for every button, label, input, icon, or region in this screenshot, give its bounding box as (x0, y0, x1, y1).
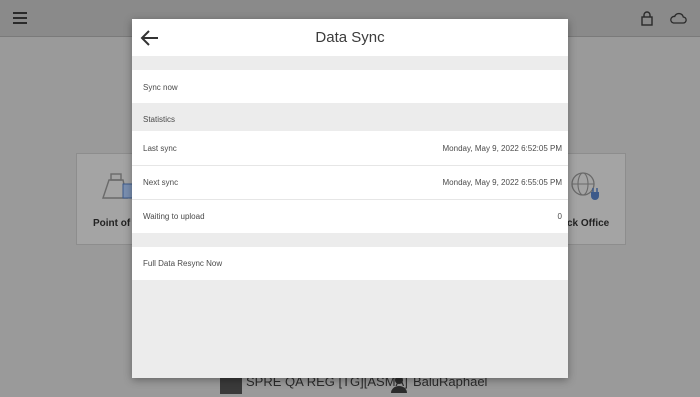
data-sync-dialog: Data Sync Sync now Statistics Last sync … (132, 19, 568, 378)
last-sync-value: Monday, May 9, 2022 6:52:05 PM (442, 144, 562, 153)
tile-label: ck Office (567, 218, 610, 229)
waiting-upload-row: Waiting to upload 0 (132, 200, 568, 233)
dialog-title: Data Sync (315, 29, 385, 46)
statistics-header-label: Statistics (143, 115, 176, 124)
globe-plug-icon (571, 172, 599, 200)
waiting-upload-value: 0 (557, 212, 562, 221)
dialog-header: Data Sync (132, 19, 568, 56)
register-icon (102, 173, 134, 199)
last-sync-row: Last sync Monday, May 9, 2022 6:52:05 PM (132, 131, 568, 165)
sync-now-label: Sync now (143, 83, 178, 92)
waiting-upload-label: Waiting to upload (143, 212, 205, 221)
hamburger-menu-icon[interactable] (13, 12, 27, 24)
statistics-section-header: Statistics (132, 103, 568, 131)
full-resync-label: Full Data Resync Now (143, 259, 223, 268)
store-icon (220, 378, 242, 394)
cloud-icon[interactable] (669, 12, 687, 24)
next-sync-label: Next sync (143, 178, 179, 187)
sync-now-button[interactable]: Sync now (132, 70, 568, 103)
back-office-tile[interactable]: ck Office (564, 153, 626, 245)
point-of-sale-tile[interactable]: Point of S (76, 153, 140, 245)
next-sync-value: Monday, May 9, 2022 6:55:05 PM (442, 178, 562, 187)
last-sync-label: Last sync (143, 144, 177, 153)
lock-icon[interactable] (641, 11, 653, 26)
full-resync-button[interactable]: Full Data Resync Now (132, 247, 568, 280)
next-sync-row: Next sync Monday, May 9, 2022 6:55:05 PM (132, 166, 568, 199)
